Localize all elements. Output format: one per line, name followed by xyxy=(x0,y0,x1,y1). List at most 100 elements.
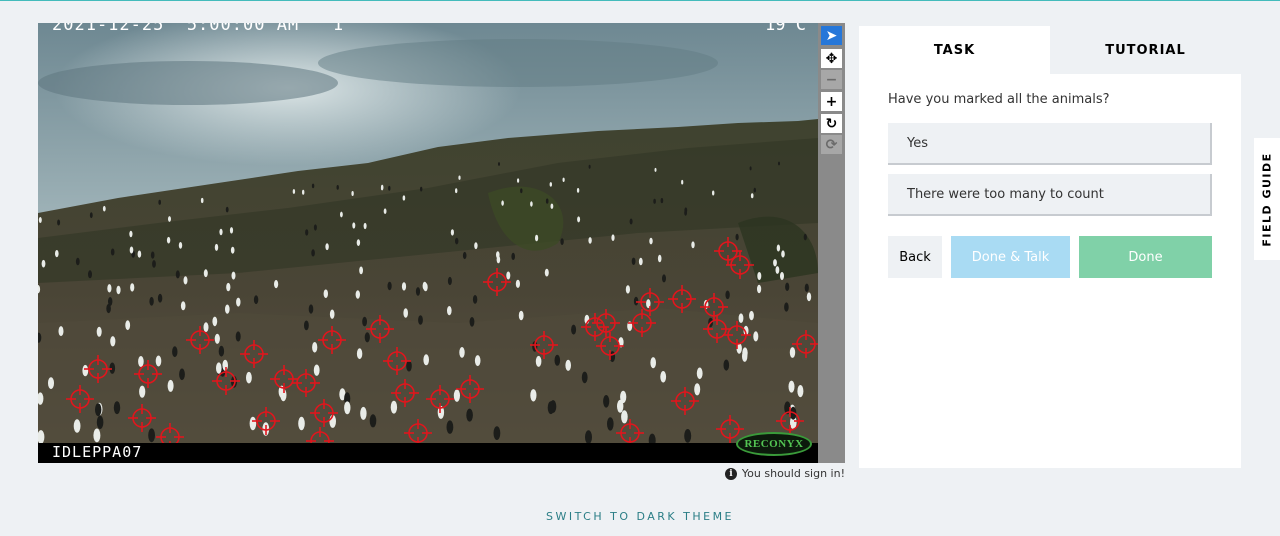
zoom-out-icon[interactable]: − xyxy=(821,70,842,89)
photo-temperature: 19°C xyxy=(765,23,806,35)
subject-image[interactable]: 2021-12-25 5:00:00 AM 1 19°C IDLEPPA07 R… xyxy=(38,23,818,463)
move-icon[interactable]: ✥ xyxy=(821,49,842,68)
penguin xyxy=(344,401,351,415)
zoom-out-glyph: − xyxy=(825,71,838,88)
pointer-icon[interactable]: ➤ xyxy=(821,26,842,45)
penguin xyxy=(447,276,452,286)
penguin xyxy=(369,414,377,428)
penguin xyxy=(387,281,392,291)
penguin xyxy=(638,257,643,266)
penguin xyxy=(150,251,155,259)
penguin xyxy=(453,389,460,402)
penguin xyxy=(381,184,384,190)
penguin xyxy=(501,200,504,206)
penguin xyxy=(418,315,423,325)
penguin xyxy=(183,276,188,285)
penguin xyxy=(158,199,161,205)
photo-timestamp: 2021-12-25 5:00:00 AM 1 xyxy=(52,23,345,35)
penguin xyxy=(775,266,780,274)
tab-tutorial[interactable]: TUTORIAL xyxy=(1050,26,1241,74)
penguin xyxy=(804,283,809,292)
zoom-in-icon[interactable]: + xyxy=(821,92,842,111)
penguin xyxy=(304,320,309,331)
done-and-talk-button[interactable]: Done & Talk xyxy=(951,236,1070,278)
penguin xyxy=(550,203,554,209)
penguin xyxy=(351,191,354,196)
penguin xyxy=(363,222,367,230)
penguin xyxy=(797,385,804,398)
penguin xyxy=(313,364,320,376)
penguin xyxy=(474,242,478,250)
penguin xyxy=(757,284,762,294)
task-question: Have you marked all the animals? xyxy=(888,92,1110,107)
penguin xyxy=(544,268,549,277)
rotate-glyph: ↻ xyxy=(825,115,838,132)
penguin xyxy=(360,406,367,420)
penguin xyxy=(611,234,615,241)
pointer-glyph: ➤ xyxy=(825,27,838,44)
camera-trap-photo xyxy=(38,23,818,463)
penguin xyxy=(55,250,59,258)
penguin xyxy=(654,167,657,172)
back-button[interactable]: Back xyxy=(888,236,942,278)
penguin xyxy=(694,383,701,396)
penguin xyxy=(168,216,171,222)
penguin xyxy=(329,309,335,319)
penguin xyxy=(88,270,92,279)
penguin xyxy=(749,166,752,171)
penguin xyxy=(474,355,481,367)
penguin xyxy=(298,416,305,431)
penguin xyxy=(620,390,627,404)
penguin xyxy=(535,234,539,242)
penguin xyxy=(148,428,155,443)
penguin xyxy=(778,161,780,166)
reconyx-logo: RECONYX xyxy=(736,432,812,456)
penguin xyxy=(520,188,523,194)
field-guide-label: FIELD GUIDE xyxy=(1260,151,1274,247)
penguin xyxy=(402,195,406,201)
penguin xyxy=(219,228,223,236)
penguin xyxy=(225,206,229,213)
penguin xyxy=(588,237,592,244)
penguin xyxy=(108,297,113,306)
penguin xyxy=(662,274,666,283)
penguin xyxy=(625,285,631,294)
penguin xyxy=(292,189,296,194)
penguin xyxy=(691,241,695,249)
penguin xyxy=(95,403,102,417)
penguin xyxy=(312,342,318,353)
penguin xyxy=(152,260,156,268)
penguin xyxy=(773,259,777,267)
penguin xyxy=(571,324,577,335)
tab-task[interactable]: TASK xyxy=(859,26,1050,74)
reset-icon[interactable]: ⟳ xyxy=(821,135,842,154)
penguin xyxy=(401,282,407,291)
penguin xyxy=(352,222,356,229)
answer-yes[interactable]: Yes xyxy=(888,123,1212,165)
penguin xyxy=(518,310,524,321)
field-guide-tab[interactable]: FIELD GUIDE xyxy=(1254,138,1280,260)
answer-too-many[interactable]: There were too many to count xyxy=(888,174,1212,216)
switch-theme-link[interactable]: SWITCH TO DARK THEME xyxy=(0,510,1280,523)
penguin xyxy=(462,251,467,260)
penguin xyxy=(313,224,317,231)
penguin xyxy=(511,252,515,260)
penguin xyxy=(308,304,314,314)
penguin xyxy=(403,308,409,318)
penguin xyxy=(780,272,784,280)
penguin xyxy=(581,371,588,384)
penguin xyxy=(423,282,428,292)
penguin xyxy=(75,257,80,266)
penguin xyxy=(466,408,473,422)
penguin xyxy=(155,355,162,367)
penguin xyxy=(179,368,185,381)
penguin xyxy=(723,359,730,371)
rotate-icon[interactable]: ↻ xyxy=(821,114,842,133)
penguin xyxy=(96,326,102,337)
done-button[interactable]: Done xyxy=(1079,236,1212,278)
penguin xyxy=(753,187,756,193)
penguin xyxy=(681,179,684,185)
penguin xyxy=(749,310,754,321)
penguin xyxy=(547,401,555,415)
penguin xyxy=(455,188,458,194)
